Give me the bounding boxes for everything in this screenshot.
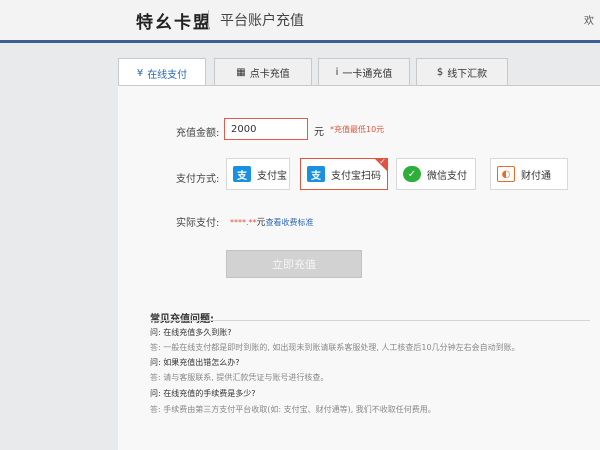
amount-input[interactable]	[224, 118, 308, 140]
faq-divider	[150, 320, 590, 321]
alipay-scan-icon: 支	[307, 166, 325, 182]
submit-recharge-button[interactable]: 立即充值	[226, 250, 362, 278]
amount-unit: 元	[314, 127, 324, 138]
tab-label: 点卡充值	[249, 69, 290, 80]
actual-pay-amount: ****.**元查看收费标准	[230, 215, 314, 228]
alipay-icon: 支	[233, 166, 251, 182]
actual-pay-value: ****.**	[230, 218, 257, 227]
actual-pay-unit: 元	[256, 218, 266, 228]
tab-online-pay[interactable]: ¥ 在线支付	[118, 58, 206, 87]
pay-option-label: 微信支付	[427, 170, 467, 182]
info-icon: ⅰ	[335, 67, 339, 78]
wechat-icon: ✓	[403, 166, 421, 182]
faq-answer: 答: 一般在线支付都是即时到账的, 如出现未到账请联系客服处理, 人工核查后10…	[150, 343, 520, 352]
amount-hint: *充值最低10元	[330, 125, 385, 134]
tab-label: 在线支付	[147, 69, 188, 81]
pay-option-tenpay[interactable]: ◐ 财付通	[490, 158, 568, 190]
header-divider	[208, 10, 209, 30]
tenpay-icon: ◐	[497, 166, 515, 182]
faq-question: 问: 在线充值的手续费是多少?	[150, 389, 256, 398]
header-accent-line	[0, 40, 600, 43]
pay-option-alipay[interactable]: 支 支付宝	[226, 158, 290, 190]
tab-card-recharge[interactable]: ▦ 点卡充值	[214, 58, 312, 86]
card-icon: ▦	[236, 67, 246, 78]
actual-pay-label: 实际支付:	[176, 218, 220, 229]
pay-option-label: 财付通	[521, 170, 551, 182]
tab-offline-transfer[interactable]: $ 线下汇款	[416, 58, 508, 86]
amount-label: 充值金额:	[176, 128, 220, 139]
dollar-icon: $	[436, 67, 444, 78]
pay-option-wechat[interactable]: ✓ 微信支付	[396, 158, 476, 190]
pay-option-label: 支付宝	[257, 170, 287, 182]
faq-question: 问: 如果充值出错怎么办?	[150, 358, 240, 367]
checkmark-icon: ✓	[379, 157, 386, 166]
fee-standard-link[interactable]: 查看收费标准	[266, 218, 314, 227]
faq-question: 问: 在线充值多久到账?	[150, 328, 232, 337]
page-title: 平台账户充值	[220, 13, 304, 29]
yen-icon: ¥	[136, 67, 144, 79]
tab-label: 线下汇款	[447, 69, 488, 80]
faq-answer: 答: 手续费由第三方支付平台收取(如: 支付宝、财付通等), 我们不收取任何费用…	[150, 405, 436, 414]
method-label: 支付方式:	[176, 174, 220, 185]
site-logo[interactable]: 特幺卡盟	[136, 8, 212, 33]
welcome-text: 欢	[584, 16, 594, 27]
tab-label: 一卡通充值	[342, 69, 393, 80]
tab-onecard-recharge[interactable]: ⅰ 一卡通充值	[318, 58, 410, 86]
faq-answer: 答: 请与客服联系, 提供汇款凭证与账号进行核查。	[150, 373, 329, 382]
faq-title: 常见充值问题:	[150, 310, 214, 325]
pay-option-alipay-scan[interactable]: 支 支付宝扫码 ✓	[300, 157, 388, 190]
recharge-tabs: ¥ 在线支付 ▦ 点卡充值 ⅰ 一卡通充值 $ 线下汇款	[118, 58, 588, 87]
top-header: 特幺卡盟 平台账户充值 欢	[0, 0, 600, 40]
